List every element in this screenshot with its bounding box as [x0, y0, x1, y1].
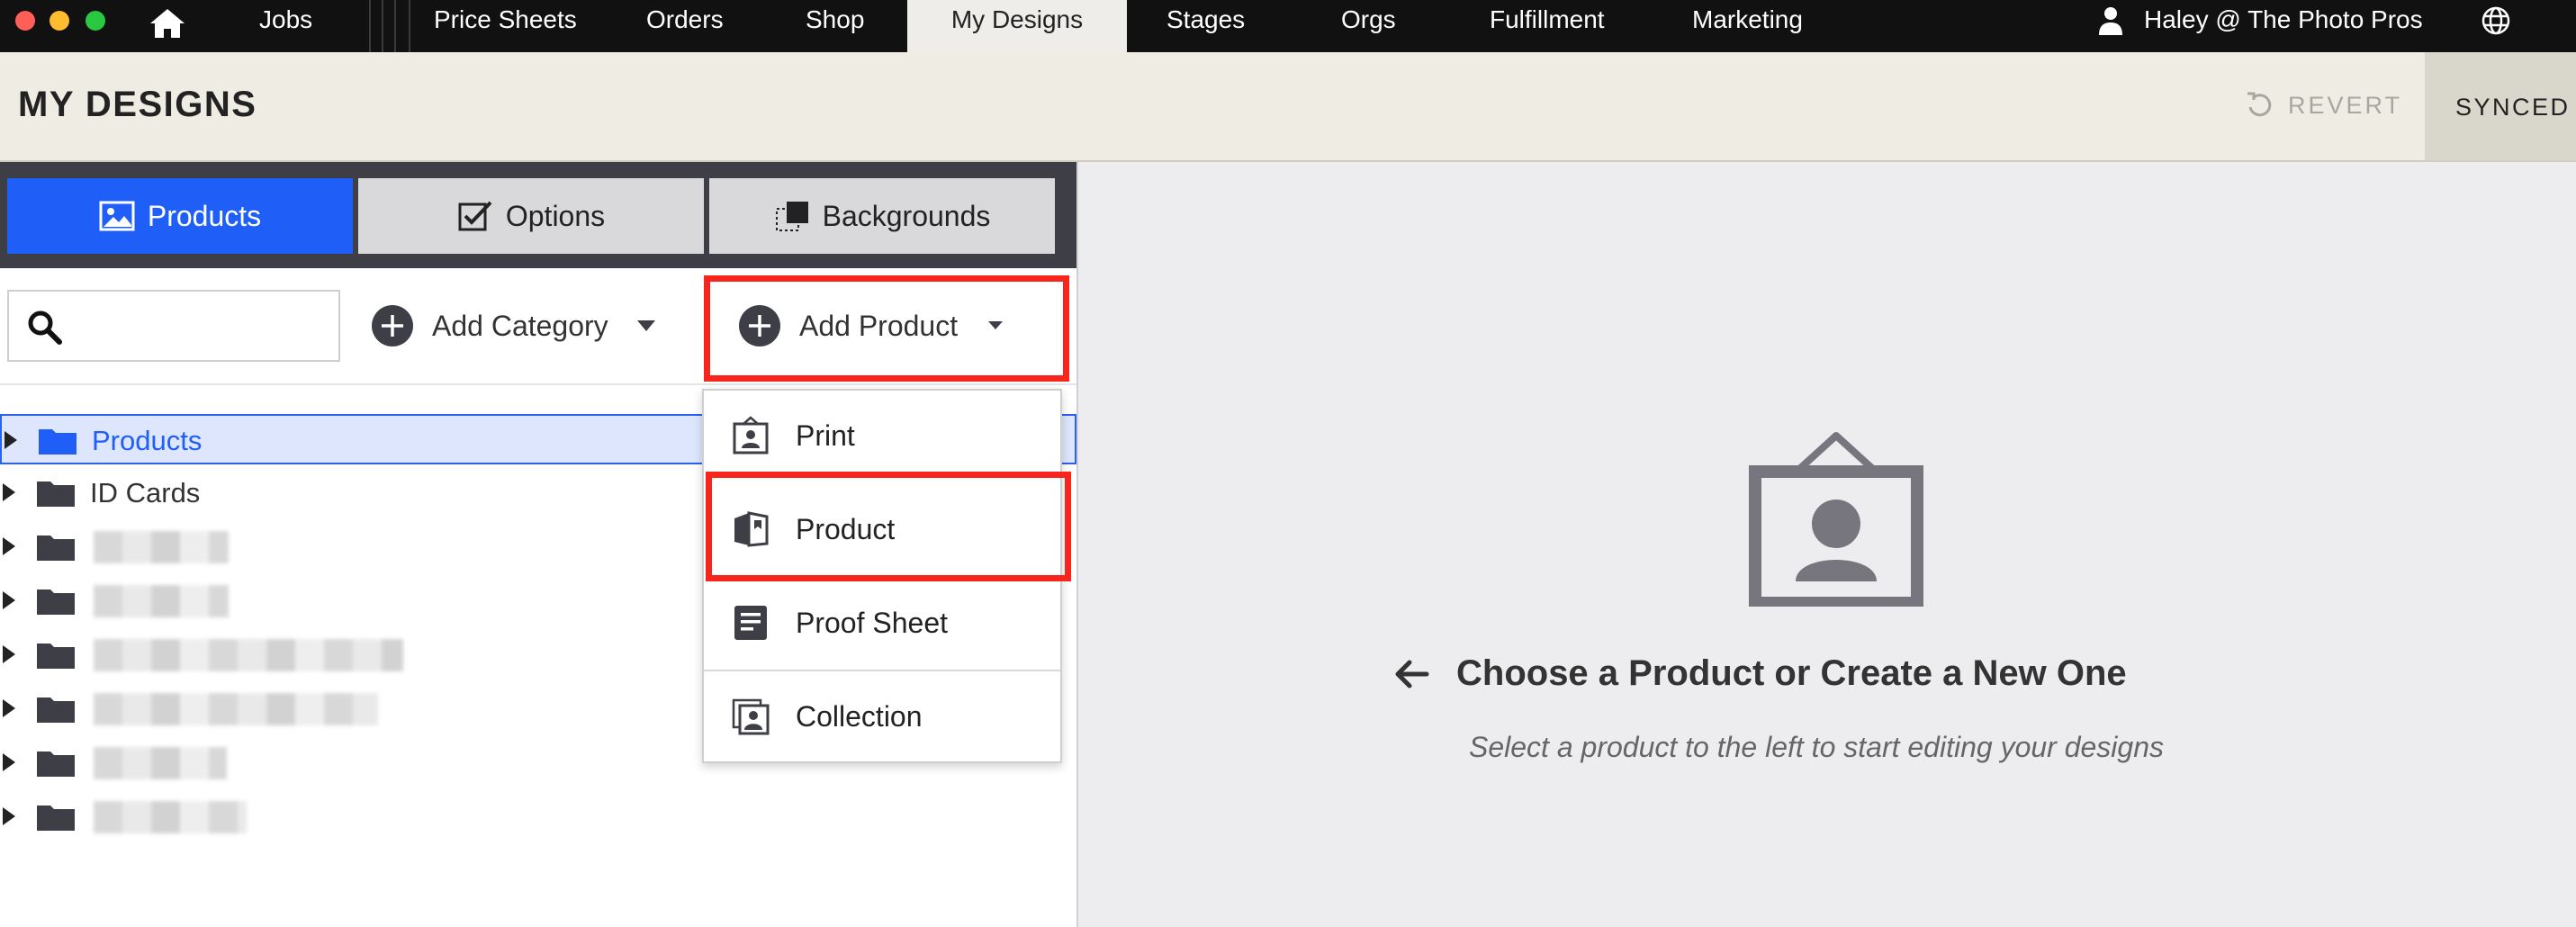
highlight-frame-product-item [706, 472, 1071, 581]
folder-icon [39, 429, 77, 454]
menu-item-collection[interactable]: Collection [704, 671, 1060, 761]
expand-arrow-icon[interactable] [2, 482, 18, 502]
nav-divider [382, 0, 383, 52]
synced-status: SYNCED [2425, 52, 2576, 160]
nav-orgs[interactable]: Orgs [1341, 0, 1396, 52]
empty-state-title: Choose a Product or Create a New One [1393, 653, 2127, 694]
framed-portrait-icon [1749, 432, 1923, 607]
page-header: MY DESIGNS REVERT SYNCED [0, 52, 2576, 162]
add-category-label: Add Category [432, 309, 608, 342]
redacted-label [94, 585, 229, 617]
home-icon[interactable] [149, 7, 186, 40]
top-nav-bar: Jobs Price Sheets Orders Shop My Designs… [0, 0, 2576, 52]
tab-label: Products [147, 199, 262, 232]
revert-button[interactable]: REVERT [2288, 92, 2402, 120]
folder-icon [37, 806, 75, 831]
expand-arrow-icon[interactable] [2, 698, 18, 718]
folder-icon [37, 752, 75, 777]
expand-arrow-icon[interactable] [2, 536, 18, 556]
print-portrait-icon [733, 416, 769, 454]
window-zoom-button[interactable] [86, 11, 105, 31]
tree-item-label: ID Cards [90, 477, 201, 508]
add-category-button[interactable]: Add Category [371, 290, 657, 362]
tab-label: Options [505, 199, 606, 232]
redacted-label [94, 747, 227, 779]
empty-state-title-text: Choose a Product or Create a New One [1456, 653, 2127, 693]
checkbox-icon [458, 201, 492, 231]
plus-circle-icon [372, 305, 413, 346]
design-tabs: Products Options Backgrounds [0, 162, 1076, 268]
search-icon [28, 310, 62, 345]
revert-icon[interactable] [2245, 90, 2275, 121]
expand-arrow-icon[interactable] [2, 806, 18, 826]
image-icon [99, 201, 135, 231]
nav-stages[interactable]: Stages [1166, 0, 1245, 52]
tree-item-redacted[interactable] [0, 792, 1076, 842]
expand-arrow-icon[interactable] [2, 644, 18, 664]
menu-item-print[interactable]: Print [704, 391, 1060, 481]
expand-arrow-icon[interactable] [2, 752, 18, 772]
nav-orders[interactable]: Orders [646, 0, 724, 52]
page-title: MY DESIGNS [18, 85, 257, 124]
menu-item-proof-sheet[interactable]: Proof Sheet [704, 578, 1060, 668]
nav-price-sheets[interactable]: Price Sheets [434, 0, 577, 52]
nav-marketing[interactable]: Marketing [1692, 0, 1803, 52]
user-icon[interactable] [2097, 5, 2124, 36]
folder-icon [37, 698, 75, 723]
nav-divider [369, 0, 371, 52]
expand-arrow-icon[interactable] [4, 430, 20, 450]
redacted-label [94, 801, 247, 833]
tab-options[interactable]: Options [358, 178, 704, 254]
search-input[interactable] [7, 290, 340, 362]
backgrounds-icon [775, 202, 808, 231]
nav-divider [394, 0, 396, 52]
folder-icon [37, 590, 75, 615]
proof-sheet-icon [734, 606, 767, 640]
user-menu[interactable]: Haley @ The Photo Pros [2144, 0, 2423, 40]
nav-shop[interactable]: Shop [806, 0, 864, 52]
folder-icon [37, 482, 75, 507]
menu-item-label: Collection [796, 699, 923, 733]
design-editor-panel: Choose a Product or Create a New One Sel… [1076, 162, 2576, 927]
nav-fulfillment[interactable]: Fulfillment [1490, 0, 1605, 52]
tree-item-label: Products [92, 425, 203, 456]
collection-icon [732, 698, 770, 735]
tab-backgrounds[interactable]: Backgrounds [709, 178, 1055, 254]
nav-jobs[interactable]: Jobs [259, 0, 312, 52]
tab-products[interactable]: Products [7, 178, 353, 254]
menu-item-label: Proof Sheet [796, 606, 948, 639]
folder-icon [37, 644, 75, 669]
nav-divider [409, 0, 410, 52]
expand-arrow-icon[interactable] [2, 590, 18, 610]
redacted-label [94, 531, 229, 563]
synced-label: SYNCED [2455, 94, 2571, 121]
window-minimize-button[interactable] [50, 11, 69, 31]
redacted-label [94, 693, 378, 725]
window-close-button[interactable] [15, 11, 35, 31]
highlight-frame-add-product [704, 275, 1069, 382]
empty-state-subtitle: Select a product to the left to start ed… [1469, 731, 2164, 763]
tab-label: Backgrounds [822, 199, 991, 232]
nav-my-designs[interactable]: My Designs [907, 0, 1127, 52]
redacted-label [94, 639, 403, 671]
globe-icon[interactable] [2481, 5, 2511, 36]
menu-item-label: Print [796, 418, 855, 452]
folder-icon [37, 536, 75, 561]
chevron-down-icon [636, 320, 655, 331]
arrow-left-icon [1395, 660, 1429, 688]
